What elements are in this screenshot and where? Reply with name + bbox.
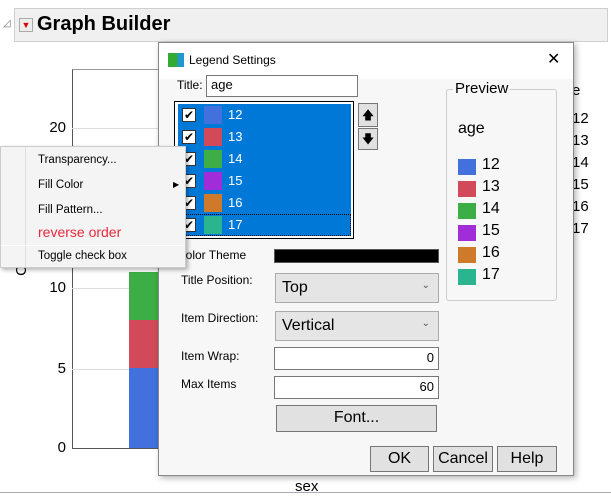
preview-swatch [458, 225, 476, 241]
legend-item-row[interactable]: ✔ 14 [178, 148, 351, 170]
preview-item-label: 14 [482, 200, 500, 217]
legend-item-label: 15 [228, 173, 243, 188]
preview-item-label: 17 [482, 266, 500, 283]
item-wrap-label: Item Wrap: [181, 349, 240, 363]
legend-item-label: 13 [228, 129, 243, 144]
menu-separator [1, 245, 185, 246]
menu-item-reverse-order[interactable]: reverse order [38, 224, 121, 240]
color-swatch[interactable] [204, 194, 222, 212]
max-items-input[interactable]: 60 [274, 376, 439, 399]
y-tick: 10 [49, 279, 66, 296]
title-position-select[interactable]: Top ⌄ [275, 273, 439, 303]
max-items-label: Max Items [181, 377, 237, 391]
background-legend-item: 15 [572, 176, 589, 193]
font-button[interactable]: Font... [276, 405, 437, 432]
app-icon [168, 53, 184, 67]
legend-item-label: 16 [228, 195, 243, 210]
preview-swatch [458, 203, 476, 219]
preview-swatch [458, 269, 476, 285]
help-button[interactable]: Help [497, 446, 557, 472]
background-legend-item: 14 [572, 154, 589, 171]
graph-builder-title: Graph Builder [37, 13, 171, 35]
y-tick: 20 [49, 119, 66, 136]
menu-item-fill-color[interactable]: Fill Color [38, 179, 83, 191]
item-direction-select[interactable]: Vertical ⌄ [275, 311, 439, 341]
legend-item-row[interactable]: ✔ 17 [178, 214, 351, 236]
preview-item-label: 15 [482, 222, 500, 239]
preview-item-label: 12 [482, 156, 500, 173]
move-up-button[interactable]: 🡅 [358, 103, 378, 127]
color-swatch[interactable] [204, 106, 222, 124]
background-legend-item: 13 [572, 132, 589, 149]
red-triangle-menu-icon[interactable]: ▼ [19, 18, 33, 32]
color-swatch[interactable] [204, 216, 222, 234]
y-tick: 5 [57, 360, 66, 377]
dialog-titlebar: Legend Settings ✕ [159, 43, 573, 79]
menu-item-toggle-check-box[interactable]: Toggle check box [38, 250, 127, 262]
preview-swatch [458, 159, 476, 175]
move-down-button[interactable]: 🡇 [358, 128, 378, 150]
title-position-label: Title Position: [181, 273, 253, 287]
divider [0, 492, 611, 493]
title-input[interactable]: age [206, 75, 358, 97]
submenu-arrow-icon: ▶ [173, 180, 180, 189]
y-tick: 0 [57, 439, 66, 456]
chevron-down-icon: ⌄ [421, 280, 430, 291]
checkbox[interactable]: ✔ [182, 108, 196, 122]
legend-item-label: 14 [228, 151, 243, 166]
background-legend-item: 17 [572, 220, 589, 237]
legend-items-list[interactable]: ✔ 12 ✔ 13 ✔ 14 ✔ 15 ✔ 16 ✔ 17 [174, 101, 354, 239]
title-position-value: Top [282, 279, 308, 296]
chevron-down-icon: ⌄ [421, 318, 430, 329]
preview-swatch [458, 247, 476, 263]
legend-item-label: 17 [228, 217, 243, 232]
menu-item-fill-pattern[interactable]: Fill Pattern... [38, 204, 103, 216]
background-legend-item: 12 [572, 110, 589, 127]
legend-item-row[interactable]: ✔ 15 [178, 170, 351, 192]
legend-item-row[interactable]: ✔ 13 [178, 126, 351, 148]
context-menu: Transparency... Fill Color ▶ Fill Patter… [0, 146, 186, 268]
menu-gutter [25, 147, 26, 267]
title-label: Title: [177, 78, 203, 92]
color-swatch[interactable] [204, 172, 222, 190]
preview-title: age [458, 120, 485, 137]
menu-item-transparency[interactable]: Transparency... [38, 154, 117, 166]
color-theme-swatch[interactable] [274, 249, 439, 263]
graph-builder-header: ◿ ▼ Graph Builder [3, 8, 608, 42]
legend-item-label: 12 [228, 107, 243, 122]
legend-settings-dialog: Legend Settings ✕ Title: age ✔ 12 ✔ 13 ✔ 14 ✔ 1… [158, 42, 574, 476]
color-theme-label: Color Theme [177, 248, 247, 262]
item-wrap-input[interactable]: 0 [274, 347, 439, 370]
item-direction-label: Item Direction: [181, 311, 259, 325]
close-icon[interactable]: ✕ [547, 49, 560, 69]
preview-swatch [458, 181, 476, 197]
preview-group: Preview age 12 13 14 15 16 17 [446, 80, 557, 301]
preview-item-label: 16 [482, 244, 500, 261]
preview-item-label: 13 [482, 178, 500, 195]
legend-item-row[interactable]: ✔ 16 [178, 192, 351, 214]
cancel-button[interactable]: Cancel [433, 446, 493, 472]
legend-item-row[interactable]: ✔ 12 [178, 104, 351, 126]
collapse-triangle-icon[interactable]: ◿ [3, 18, 11, 29]
color-swatch[interactable] [204, 128, 222, 146]
item-direction-value: Vertical [282, 317, 335, 334]
checkbox[interactable]: ✔ [182, 130, 196, 144]
preview-label: Preview [453, 80, 511, 97]
color-swatch[interactable] [204, 150, 222, 168]
ok-button[interactable]: OK [370, 446, 429, 472]
dialog-title: Legend Settings [189, 53, 276, 67]
background-legend-item: 16 [572, 198, 589, 215]
